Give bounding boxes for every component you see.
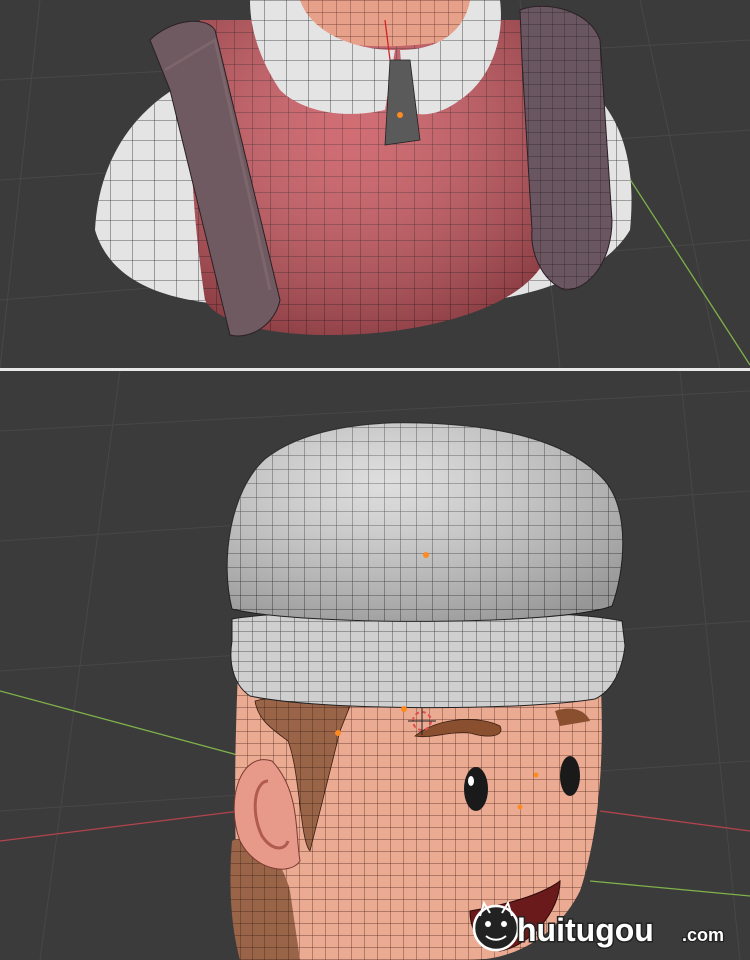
torso-render bbox=[0, 0, 750, 368]
head-render: huitugou .com bbox=[0, 371, 750, 960]
right-strap bbox=[519, 5, 613, 291]
origin-dot bbox=[397, 112, 403, 118]
eye-right bbox=[560, 756, 580, 796]
hat-band bbox=[230, 609, 626, 709]
watermark-domain: .com bbox=[682, 925, 724, 945]
viewport-head[interactable]: huitugou .com bbox=[0, 371, 750, 960]
watermark-brand: huitugou bbox=[517, 912, 654, 948]
eye-left bbox=[464, 767, 488, 811]
viewport-torso[interactable] bbox=[0, 0, 750, 368]
